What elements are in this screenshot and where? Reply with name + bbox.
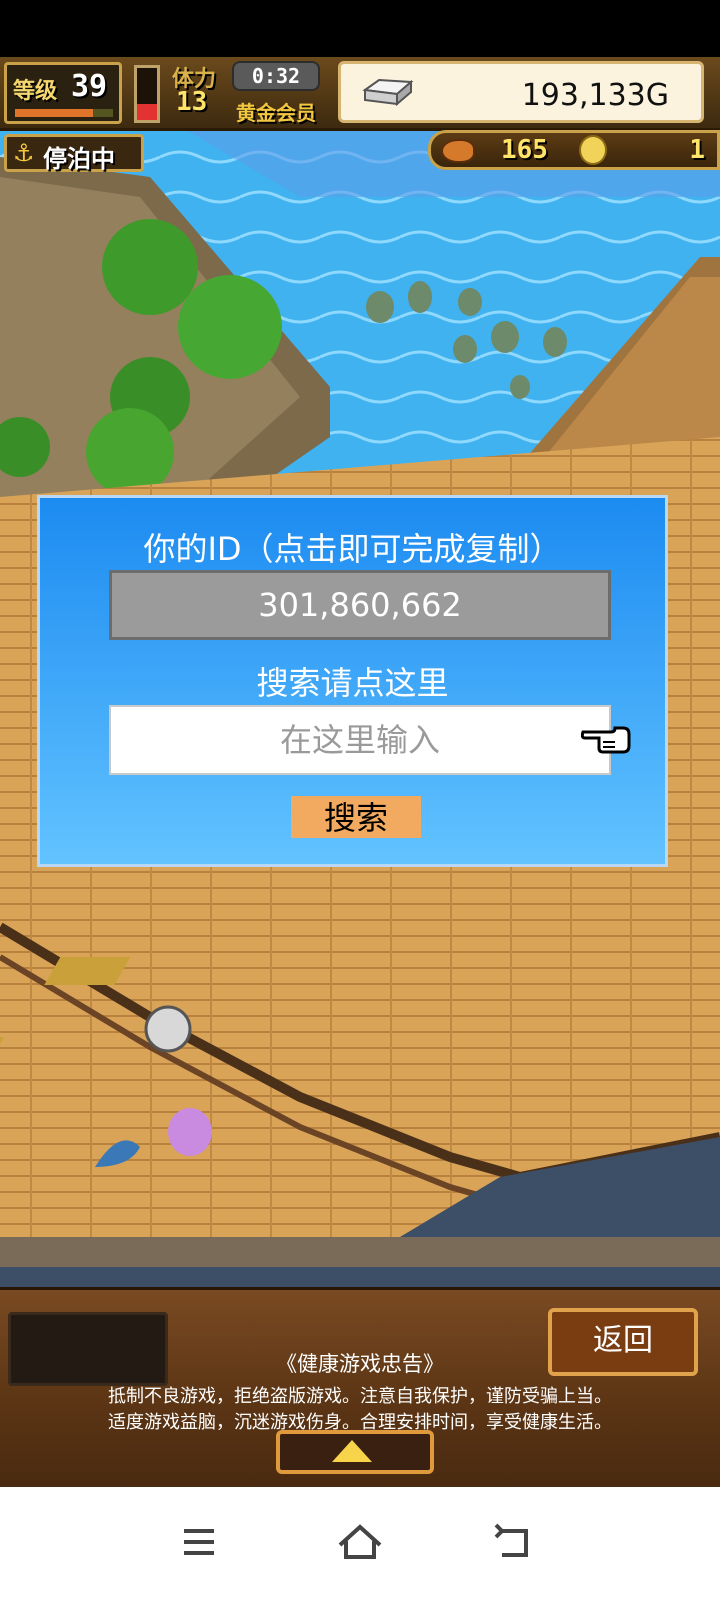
- hud-top-bar: 等级 39 体力 13 0:32 黄金会员 193,133G: [0, 57, 720, 131]
- id-search-dialog: 你的ID（点击即可完成复制） 301,860,662 搜索请点这里 搜索: [37, 495, 668, 867]
- health-notice-title: 《健康游戏忠告》: [276, 1352, 444, 1376]
- menu-icon[interactable]: [170, 1517, 230, 1567]
- expand-menu-button[interactable]: [276, 1430, 434, 1474]
- resource-panel: 165 1: [428, 130, 720, 170]
- silver-bar-icon: [362, 78, 414, 107]
- search-input[interactable]: [109, 705, 611, 775]
- member-badge[interactable]: 黄金会员: [236, 97, 316, 126]
- player-id-copy-box[interactable]: 301,860,662: [109, 570, 611, 640]
- fish-food-icon: [441, 139, 475, 163]
- level-progress-bar: [15, 109, 113, 117]
- stamina-value: 13: [176, 87, 208, 117]
- bottom-panel: 返回 《健康游戏忠告》 抵制不良游戏，拒绝盗版游戏。注意自我保护，谨防受骗上当。…: [0, 1287, 720, 1487]
- medal-icon: [579, 135, 607, 165]
- dialog-title: 你的ID（点击即可完成复制）: [143, 530, 562, 568]
- up-arrow-icon: [332, 1440, 372, 1462]
- level-label: 等级: [13, 79, 58, 104]
- health-notice-line-1: 抵制不良游戏，拒绝盗版游戏。注意自我保护，谨防受骗上当。: [108, 1386, 612, 1407]
- stamina-timer: 0:32: [232, 61, 320, 91]
- anchor-icon: ⚓: [13, 139, 35, 167]
- level-value: 39: [71, 69, 108, 104]
- harbor-status-text: 停泊中: [43, 145, 115, 173]
- level-progress-fill: [15, 109, 94, 117]
- gold-amount: 193,133G: [521, 78, 669, 113]
- stamina-gauge: [134, 65, 160, 123]
- level-panel[interactable]: 等级 39: [4, 62, 122, 124]
- back-icon[interactable]: [484, 1517, 544, 1567]
- food-count: 165: [501, 135, 548, 165]
- medal-count: 1: [689, 135, 705, 165]
- harbor-status-badge[interactable]: ⚓ 停泊中: [4, 134, 144, 173]
- home-icon[interactable]: [330, 1517, 390, 1567]
- stamina-gauge-fill: [137, 104, 157, 120]
- search-button[interactable]: 搜索: [291, 796, 421, 838]
- status-bar: [0, 0, 720, 57]
- system-nav-bar: [0, 1487, 720, 1600]
- pointing-hand-icon: [581, 726, 631, 754]
- search-hint: 搜索请点这里: [256, 664, 449, 702]
- gold-panel[interactable]: 193,133G: [338, 61, 704, 123]
